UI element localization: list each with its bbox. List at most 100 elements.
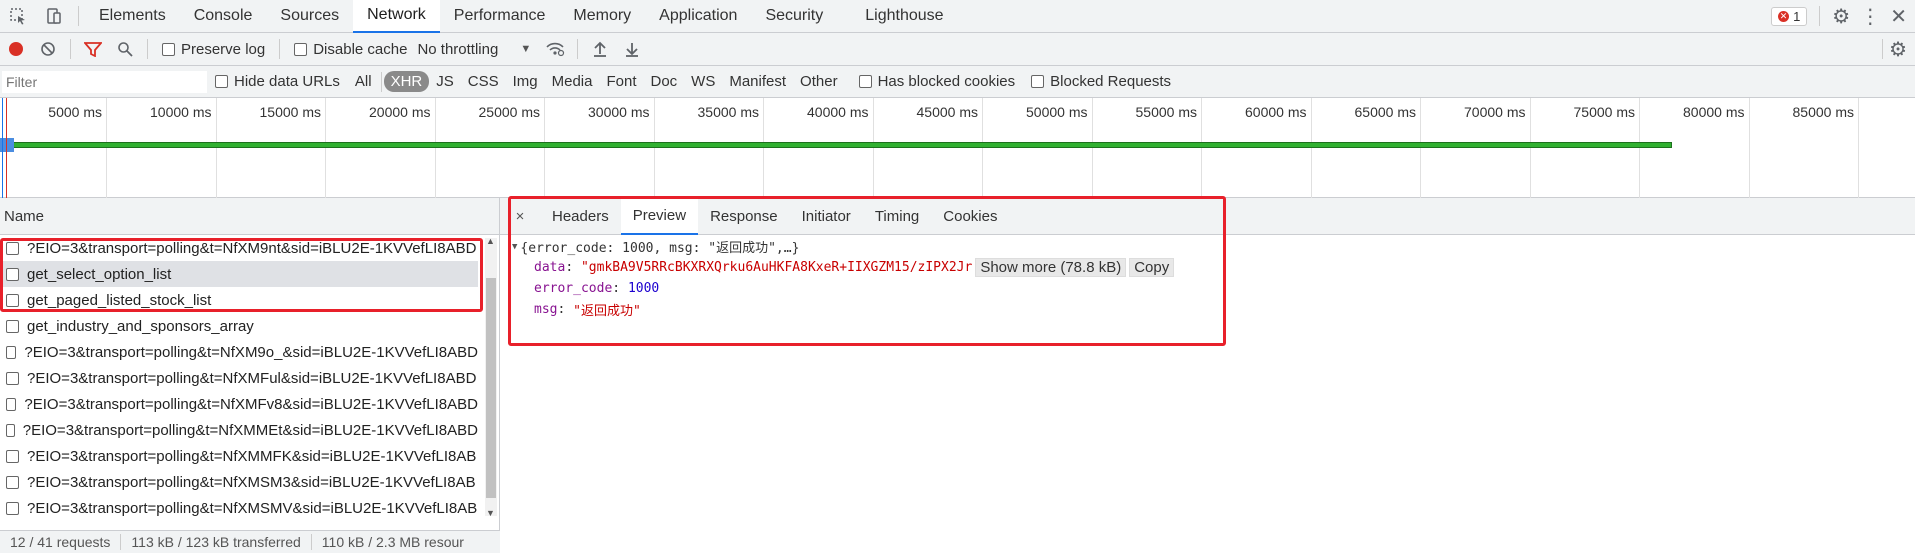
dom-content-loaded-line: [2, 98, 3, 198]
settings-gear-icon[interactable]: ⚙: [1832, 4, 1850, 29]
request-name: ?EIO=3&transport=polling&t=NfXMFul&sid=i…: [27, 369, 477, 387]
timeline-gridline: [653, 98, 655, 198]
disable-cache-checkbox[interactable]: Disable cache: [286, 41, 415, 58]
network-settings-gear-icon[interactable]: ⚙: [1889, 37, 1907, 62]
request-name: ?EIO=3&transport=polling&t=NfXMMEt&sid=i…: [22, 421, 478, 439]
more-options-icon[interactable]: ⋮: [1856, 4, 1884, 29]
timeline-tick-label: 40000 ms: [807, 104, 869, 120]
timeline-gridline: [1310, 98, 1312, 198]
blocked-requests-checkbox[interactable]: Blocked Requests: [1023, 73, 1179, 90]
request-row[interactable]: ?EIO=3&transport=polling&t=NfXMSMV&sid=i…: [0, 495, 478, 521]
request-type-icon: [6, 475, 19, 489]
tab-sources[interactable]: Sources: [266, 0, 353, 33]
request-type-icon: [6, 397, 17, 411]
filter-type-manifest[interactable]: Manifest: [722, 71, 793, 92]
device-toolbar-icon[interactable]: [36, 0, 72, 33]
timeline-gridline: [1201, 98, 1202, 198]
error-count-badge[interactable]: ✕ 1: [1771, 6, 1808, 26]
request-row[interactable]: ?EIO=3&transport=polling&t=NfXMMEt&sid=i…: [0, 417, 478, 443]
filter-type-xhr[interactable]: XHR: [383, 71, 430, 92]
timeline-tick-label: 15000 ms: [259, 104, 321, 120]
scrollbar-thumb[interactable]: [486, 278, 496, 498]
close-devtools-icon[interactable]: ✕: [1890, 4, 1907, 29]
filter-icon[interactable]: [77, 33, 109, 66]
error-count: 1: [1793, 8, 1801, 24]
request-type-icon: [6, 501, 19, 515]
timeline-gridline: [106, 98, 107, 198]
network-status-bar: 12 / 41 requests 113 kB / 123 kB transfe…: [0, 530, 500, 553]
network-overview-timeline[interactable]: 5000 ms 10000 ms 15000 ms 20000 ms 25000 ms 3…: [0, 98, 1915, 198]
tab-memory[interactable]: Memory: [559, 0, 645, 33]
timeline-gridline: [1748, 98, 1750, 198]
request-row[interactable]: ?EIO=3&transport=polling&t=NfXMMFK&sid=i…: [0, 443, 478, 469]
scroll-down-icon[interactable]: ▼: [486, 508, 495, 518]
record-icon[interactable]: [0, 33, 32, 66]
search-icon[interactable]: [109, 33, 141, 66]
filter-type-css[interactable]: CSS: [461, 71, 506, 92]
filter-type-all[interactable]: All: [348, 71, 379, 92]
throttling-value: No throttling: [417, 40, 499, 58]
checkbox-box[interactable]: [858, 75, 872, 88]
toolbar-divider: [1882, 39, 1884, 59]
request-type-icon: [6, 319, 19, 333]
checkbox-box[interactable]: [162, 42, 175, 56]
timeline-tick-label: 65000 ms: [1354, 104, 1416, 120]
timeline-gridline: [1420, 98, 1421, 198]
timeline-tick-label: 70000 ms: [1464, 104, 1526, 120]
tab-application[interactable]: Application: [645, 0, 751, 33]
checkbox-box[interactable]: [294, 42, 308, 56]
preserve-log-checkbox[interactable]: Preserve log: [154, 41, 273, 58]
scroll-up-icon[interactable]: ▲: [486, 236, 495, 246]
checkbox-box[interactable]: [215, 75, 228, 88]
tab-security[interactable]: Security: [751, 0, 837, 33]
has-blocked-cookies-checkbox[interactable]: Has blocked cookies: [845, 73, 1024, 90]
tab-lighthouse[interactable]: Lighthouse: [837, 0, 957, 33]
filter-type-font[interactable]: Font: [599, 71, 643, 92]
name-column-header[interactable]: Name: [0, 198, 499, 235]
tab-performance[interactable]: Performance: [440, 0, 560, 33]
throttling-select[interactable]: No throttling ▼: [415, 41, 539, 58]
import-har-icon[interactable]: [584, 33, 616, 66]
timeline-tick-label: 10000 ms: [150, 104, 212, 120]
tab-network[interactable]: Network: [353, 0, 440, 33]
devtools-tabbar: Elements Console Sources Network Perform…: [0, 0, 1915, 33]
request-type-icon: [6, 371, 19, 385]
tab-elements[interactable]: Elements: [85, 0, 180, 33]
timeline-tick-label: 60000 ms: [1245, 104, 1307, 120]
filter-type-other[interactable]: Other: [793, 71, 845, 92]
filter-type-media[interactable]: Media: [545, 71, 600, 92]
request-row[interactable]: get_industry_and_sponsors_array: [0, 313, 478, 339]
request-row[interactable]: ?EIO=3&transport=polling&t=NfXM9o_&sid=i…: [0, 339, 478, 365]
filter-type-doc[interactable]: Doc: [643, 71, 684, 92]
chevron-down-icon: ▼: [520, 43, 532, 55]
filter-input[interactable]: [2, 70, 207, 93]
request-row[interactable]: ?EIO=3&transport=polling&t=NfXMSM3&sid=i…: [0, 469, 478, 495]
highlight-box-requests: [0, 238, 483, 312]
inspect-element-icon[interactable]: [0, 0, 36, 33]
timeline-gridline: [763, 98, 764, 198]
timeline-tick-label: 35000 ms: [697, 104, 759, 120]
disable-cache-label: Disable cache: [313, 40, 408, 58]
filter-type-ws[interactable]: WS: [684, 71, 722, 92]
request-type-icon: [6, 345, 17, 359]
hide-data-urls-checkbox[interactable]: Hide data URLs: [207, 73, 348, 90]
timeline-tick-label: 80000 ms: [1683, 104, 1745, 120]
timeline-gridline: [215, 98, 217, 198]
timeline-gridline: [1858, 98, 1859, 198]
toolbar-divider: [147, 39, 148, 59]
export-har-icon[interactable]: [616, 33, 648, 66]
request-list-scrollbar[interactable]: ▲ ▼: [485, 236, 497, 518]
clear-icon[interactable]: [32, 33, 64, 66]
error-icon: ✕: [1778, 10, 1790, 22]
checkbox-box[interactable]: [1031, 75, 1045, 88]
request-row[interactable]: ?EIO=3&transport=polling&t=NfXMFv8&sid=i…: [0, 391, 478, 417]
filter-type-js[interactable]: JS: [429, 71, 461, 92]
network-conditions-icon[interactable]: [539, 33, 571, 66]
request-row[interactable]: ?EIO=3&transport=polling&t=NfXMFul&sid=i…: [0, 365, 478, 391]
timeline-gridline: [325, 98, 326, 198]
timeline-tick-label: 30000 ms: [588, 104, 650, 120]
filter-type-img[interactable]: Img: [506, 71, 545, 92]
tab-console[interactable]: Console: [180, 0, 267, 33]
toolbar-divider: [577, 39, 579, 59]
timeline-tick-label: 50000 ms: [1026, 104, 1088, 120]
